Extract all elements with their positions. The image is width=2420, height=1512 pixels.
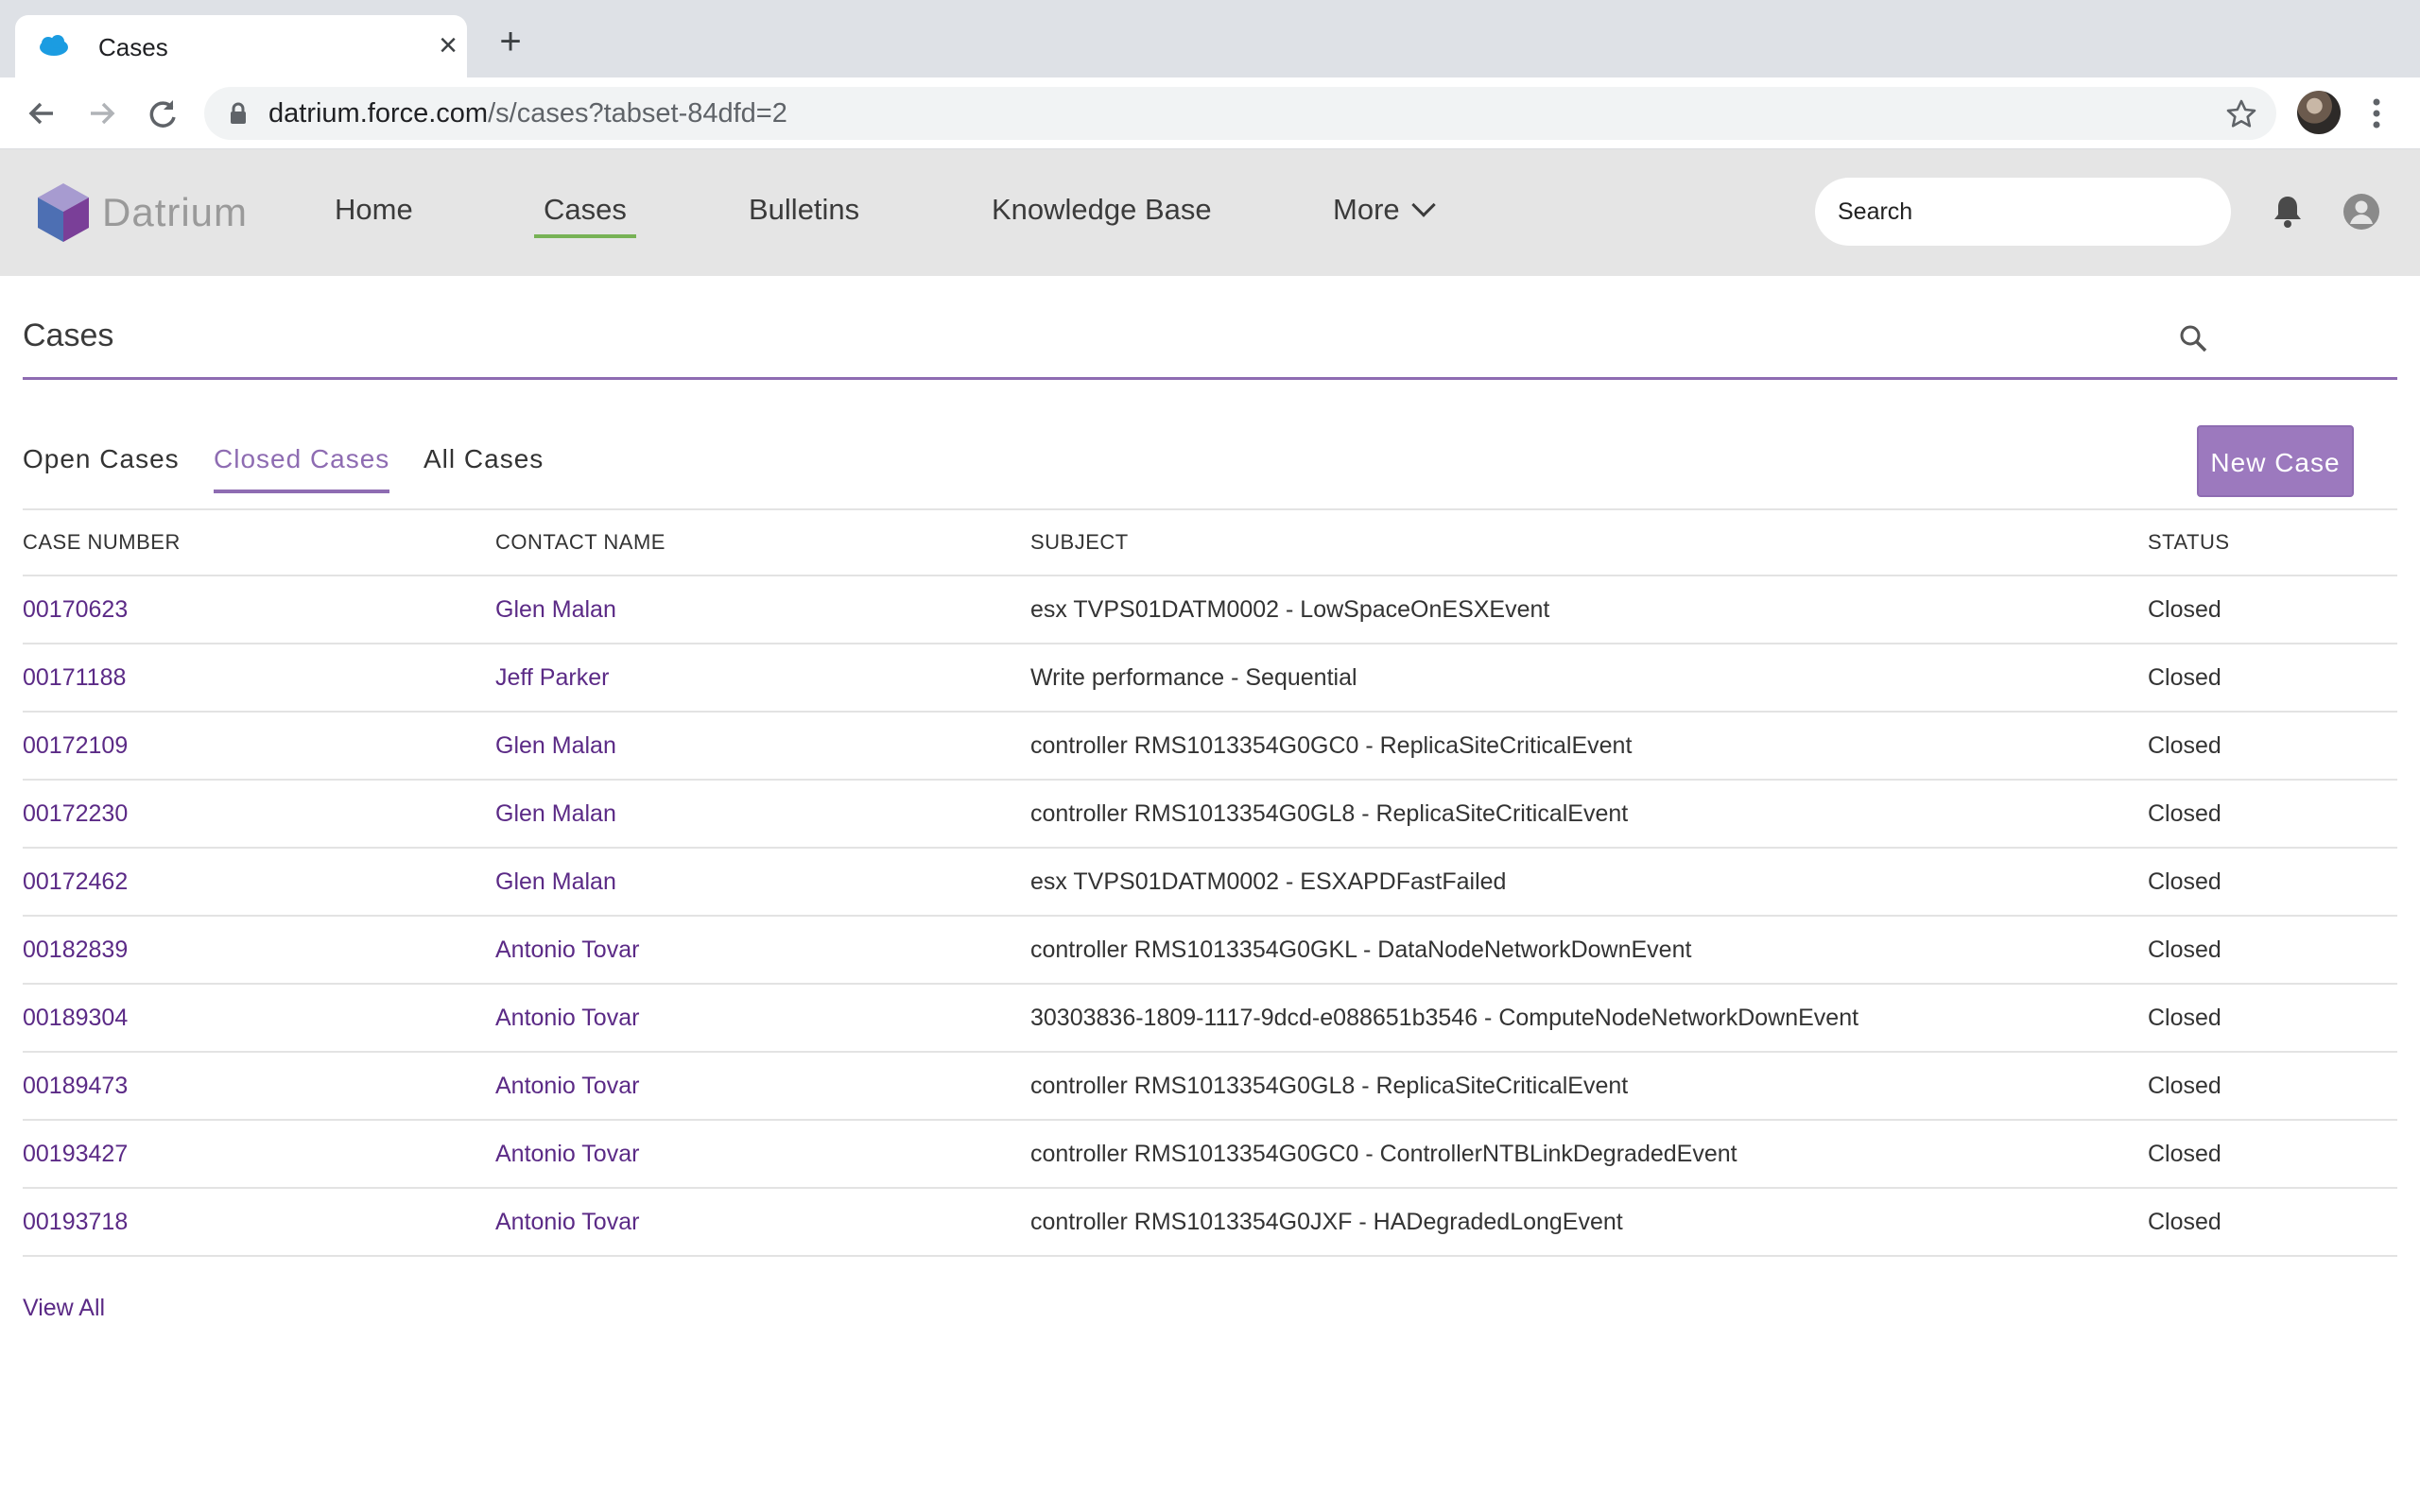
contact-name-link[interactable]: Antonio Tovar: [495, 1053, 639, 1119]
table-row: 00172230 Glen Malan controller RMS1013354G…: [23, 781, 2397, 849]
browser-tab[interactable]: Cases ×: [15, 15, 467, 77]
table-row: 00189304 Antonio Tovar 30303836-1809-1117-…: [23, 985, 2397, 1053]
tab-all-cases[interactable]: All Cases: [424, 444, 544, 493]
browser-toolbar: datrium.force.com/s/cases?tabset-84dfd=2: [0, 77, 2420, 149]
address-bar[interactable]: datrium.force.com/s/cases?tabset-84dfd=2: [204, 87, 2276, 140]
table-header-row: CASE NUMBER CONTACT NAME SUBJECT STATUS: [23, 510, 2397, 576]
contact-name-link[interactable]: Glen Malan: [495, 781, 616, 847]
column-header: SUBJECT: [1030, 530, 1129, 554]
site-header: Datrium Home Cases Bulletins Knowledge B…: [0, 149, 2420, 276]
case-number-link[interactable]: 00172109: [23, 713, 128, 779]
status-cell: Closed: [2148, 799, 2221, 827]
table-row: 00189473 Antonio Tovar controller RMS10133…: [23, 1053, 2397, 1121]
close-icon[interactable]: ×: [431, 27, 465, 63]
nav-bulletins[interactable]: Bulletins: [749, 193, 859, 227]
subject-cell: esx TVPS01DATM0002 - LowSpaceOnESXEvent: [1030, 595, 1550, 623]
case-number-link[interactable]: 00172230: [23, 781, 128, 847]
subject-cell: controller RMS1013354G0GKL - DataNodeNet…: [1030, 936, 1692, 963]
browser-profile-avatar[interactable]: [2297, 91, 2341, 134]
case-tabs: Open Cases Closed Cases All Cases New Ca…: [23, 425, 2397, 510]
status-cell: Closed: [2148, 936, 2221, 963]
nav-cases[interactable]: Cases: [534, 193, 636, 238]
page-title-bar: Cases: [23, 310, 2397, 380]
page-title: Cases: [23, 318, 114, 353]
subject-cell: 30303836-1809-1117-9dcd-e088651b3546 - C…: [1030, 1004, 1859, 1031]
forward-arrow-icon[interactable]: [83, 94, 121, 132]
subject-cell: esx TVPS01DATM0002 - ESXAPDFastFailed: [1030, 868, 1507, 895]
column-header: CASE NUMBER: [23, 530, 181, 554]
bookmark-star-icon[interactable]: [2225, 98, 2257, 130]
contact-name-link[interactable]: Jeff Parker: [495, 644, 609, 711]
table-row: 00171188 Jeff Parker Write performance - S…: [23, 644, 2397, 713]
nav-more[interactable]: More: [1333, 193, 1436, 227]
subject-cell: controller RMS1013354G0GL8 - ReplicaSite…: [1030, 799, 1629, 827]
tab-title: Cases: [98, 33, 168, 61]
table-row: 00172109 Glen Malan controller RMS1013354G…: [23, 713, 2397, 781]
status-cell: Closed: [2148, 1208, 2221, 1235]
contact-name-link[interactable]: Glen Malan: [495, 713, 616, 779]
kebab-menu-icon[interactable]: [2367, 93, 2386, 134]
contact-name-link[interactable]: Antonio Tovar: [495, 1121, 639, 1187]
lock-icon: [231, 102, 246, 124]
salesforce-cloud-icon: [40, 35, 68, 56]
subject-cell: controller RMS1013354G0GL8 - ReplicaSite…: [1030, 1072, 1629, 1099]
site-search-input[interactable]: Search: [1815, 178, 2231, 246]
contact-name-link[interactable]: Antonio Tovar: [495, 985, 639, 1051]
datrium-logo[interactable]: Datrium: [36, 180, 248, 246]
tab-open-cases[interactable]: Open Cases: [23, 444, 180, 493]
view-all-link[interactable]: View All: [23, 1295, 105, 1322]
search-icon[interactable]: [2178, 323, 2208, 353]
table-row: 00193427 Antonio Tovar controller RMS10133…: [23, 1121, 2397, 1189]
case-number-link[interactable]: 00182839: [23, 917, 128, 983]
nav-more-label: More: [1333, 193, 1400, 226]
status-cell: Closed: [2148, 1140, 2221, 1167]
case-number-link[interactable]: 00170623: [23, 576, 128, 643]
bell-icon[interactable]: [2269, 193, 2307, 231]
nav-home[interactable]: Home: [335, 193, 413, 227]
case-number-link[interactable]: 00189304: [23, 985, 128, 1051]
case-number-link[interactable]: 00171188: [23, 644, 126, 711]
datrium-cube-icon: [38, 183, 89, 242]
user-avatar-icon[interactable]: [2342, 193, 2380, 231]
column-header: STATUS: [2148, 530, 2230, 554]
table-row: 00193718 Antonio Tovar controller RMS10133…: [23, 1189, 2397, 1257]
tab-closed-cases[interactable]: Closed Cases: [214, 444, 390, 493]
column-header: CONTACT NAME: [495, 530, 666, 554]
case-number-link[interactable]: 00193427: [23, 1121, 128, 1187]
cases-table: CASE NUMBER CONTACT NAME SUBJECT STATUS …: [23, 510, 2397, 1257]
back-arrow-icon[interactable]: [23, 94, 60, 132]
new-tab-icon[interactable]: +: [492, 23, 529, 62]
nav-knowledge-base[interactable]: Knowledge Base: [992, 193, 1212, 227]
status-cell: Closed: [2148, 595, 2221, 623]
chevron-down-icon: [1410, 193, 1436, 217]
status-cell: Closed: [2148, 1004, 2221, 1031]
url-text: datrium.force.com/s/cases?tabset-84dfd=2: [268, 98, 787, 129]
case-number-link[interactable]: 00189473: [23, 1053, 128, 1119]
browser-tabstrip: Cases × +: [0, 0, 2420, 77]
contact-name-link[interactable]: Glen Malan: [495, 576, 616, 643]
status-cell: Closed: [2148, 868, 2221, 895]
status-cell: Closed: [2148, 731, 2221, 759]
case-number-link[interactable]: 00193718: [23, 1189, 128, 1255]
table-row: 00172462 Glen Malan esx TVPS01DATM0002 - E…: [23, 849, 2397, 917]
contact-name-link[interactable]: Antonio Tovar: [495, 917, 639, 983]
subject-cell: controller RMS1013354G0GC0 - ReplicaSite…: [1030, 731, 1633, 759]
subject-cell: controller RMS1013354G0GC0 - ControllerN…: [1030, 1140, 1737, 1167]
new-case-button[interactable]: New Case: [2197, 425, 2354, 497]
table-row: 00182839 Antonio Tovar controller RMS10133…: [23, 917, 2397, 985]
subject-cell: Write performance - Sequential: [1030, 663, 1357, 691]
status-cell: Closed: [2148, 663, 2221, 691]
logo-text: Datrium: [102, 190, 249, 234]
reload-icon[interactable]: [144, 94, 182, 132]
status-cell: Closed: [2148, 1072, 2221, 1099]
table-row: 00170623 Glen Malan esx TVPS01DATM0002 - L…: [23, 576, 2397, 644]
subject-cell: controller RMS1013354G0JXF - HADegradedL…: [1030, 1208, 1623, 1235]
contact-name-link[interactable]: Antonio Tovar: [495, 1189, 639, 1255]
case-number-link[interactable]: 00172462: [23, 849, 128, 915]
contact-name-link[interactable]: Glen Malan: [495, 849, 616, 915]
